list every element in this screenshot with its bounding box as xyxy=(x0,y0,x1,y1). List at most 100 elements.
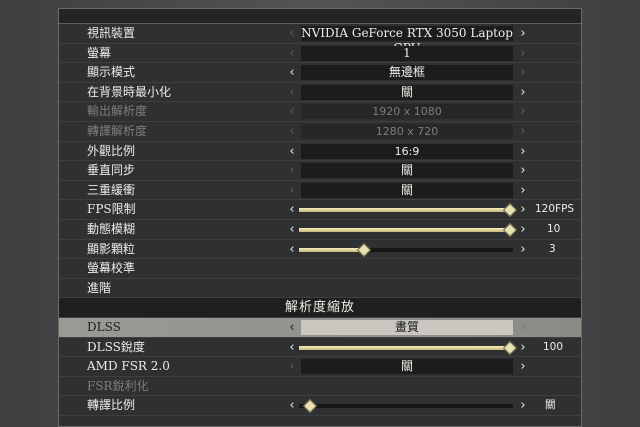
menu-item-label: 進階 xyxy=(87,280,112,295)
slider-row-motion-blur[interactable]: 動態模糊 ‹ › 10 xyxy=(59,220,581,240)
slider-knob[interactable] xyxy=(356,242,372,257)
arrow-right-icon[interactable]: › xyxy=(516,63,530,82)
slider-knob[interactable] xyxy=(302,399,318,414)
slider-knob[interactable] xyxy=(502,222,518,238)
setting-row-video-device[interactable]: 視訊裝置 ‹ NVIDIA GeForce RTX 3050 Laptop GP… xyxy=(59,24,581,55)
slider-row-render-scale[interactable]: 轉譯比例 ‹ › 關 xyxy=(59,396,581,416)
arrow-right-icon[interactable]: › xyxy=(516,24,530,43)
setting-value: 關 xyxy=(301,182,513,198)
slider-fill xyxy=(299,208,513,213)
menu-item-screen-calibration[interactable]: 螢幕校準 xyxy=(59,259,581,279)
slider-track[interactable] xyxy=(299,242,513,257)
setting-value: NVIDIA GeForce RTX 3050 Laptop GPU xyxy=(301,26,513,55)
menu-item-advanced[interactable]: 進階 xyxy=(59,279,581,299)
setting-row-vsync[interactable]: 垂直同步 ‹ 關 › xyxy=(59,161,581,181)
arrow-right-icon[interactable]: › xyxy=(516,83,530,102)
menu-item-label: 螢幕校準 xyxy=(87,261,136,276)
setting-row-output-resolution: 輸出解析度 ‹ 1920 x 1080 › xyxy=(59,102,581,122)
slider-value: 10 xyxy=(547,223,561,235)
arrow-right-icon[interactable]: › xyxy=(516,396,530,415)
setting-row-render-resolution: 轉譯解析度 ‹ 1280 x 720 › xyxy=(59,122,581,142)
arrow-left-icon[interactable]: ‹ xyxy=(285,240,299,259)
arrow-left-icon[interactable]: ‹ xyxy=(285,200,299,219)
setting-row-aspect-ratio[interactable]: 外觀比例 ‹ 16:9 › xyxy=(59,142,581,162)
setting-row-display-mode[interactable]: 顯示模式 ‹ 無邊框 › xyxy=(59,63,581,83)
setting-row-triple-buffering[interactable]: 三重緩衝 ‹ 關 › xyxy=(59,181,581,201)
setting-value: 1920 x 1080 xyxy=(301,104,513,120)
slider-fill xyxy=(299,345,513,350)
arrow-left-icon[interactable]: ‹ xyxy=(285,338,299,357)
setting-value: 關 xyxy=(301,84,513,100)
arrow-right-icon[interactable]: › xyxy=(516,161,530,180)
arrow-left-icon[interactable]: ‹ xyxy=(285,63,299,82)
setting-row-dlss[interactable]: DLSS ‹ 畫質 › xyxy=(59,318,581,338)
setting-label: 顯示模式 xyxy=(87,65,136,80)
arrow-right-icon[interactable]: › xyxy=(516,220,530,239)
setting-label: 視訊裝置 xyxy=(87,26,136,40)
slider-label: DLSS銳度 xyxy=(87,339,145,354)
setting-label: 三重緩衝 xyxy=(87,182,136,197)
setting-row-minimize-background[interactable]: 在背景時最小化 ‹ 關 › xyxy=(59,83,581,103)
slider-value: 120FPS xyxy=(535,203,575,216)
arrow-right-icon[interactable]: › xyxy=(516,357,530,376)
slider-fill xyxy=(299,228,513,232)
arrow-right-icon[interactable]: › xyxy=(516,240,530,259)
arrow-right-icon[interactable]: › xyxy=(516,318,530,337)
slider-value: 3 xyxy=(549,242,556,255)
slider-track[interactable] xyxy=(299,399,513,414)
setting-value: 關 xyxy=(301,163,513,179)
setting-label: 在背景時最小化 xyxy=(87,84,172,99)
arrow-left-icon[interactable]: ‹ xyxy=(285,181,299,200)
arrow-left-icon[interactable]: ‹ xyxy=(285,24,299,43)
arrow-left-icon[interactable]: ‹ xyxy=(285,220,299,239)
slider-fill xyxy=(299,247,363,252)
setting-value: 1280 x 720 xyxy=(301,124,513,139)
setting-value: 16:9 xyxy=(301,143,513,159)
setting-row-monitor[interactable]: 螢幕 ‹ 1 › xyxy=(59,44,581,64)
section-header-resolution-scaling: 解析度縮放 xyxy=(59,298,581,318)
arrow-right-icon[interactable]: › xyxy=(516,181,530,200)
setting-value: 1 xyxy=(301,45,513,61)
arrow-right-icon: › xyxy=(520,124,526,139)
arrow-right-icon: › xyxy=(520,104,526,120)
setting-row-amd-fsr[interactable]: AMD FSR 2.0 ‹ 關 › xyxy=(59,357,581,377)
arrow-right-icon[interactable]: › xyxy=(516,44,530,63)
setting-label: FSR銳利化 xyxy=(87,378,149,393)
slider-value: 100 xyxy=(543,340,564,353)
setting-value: 無邊框 xyxy=(301,65,513,81)
slider-label: 轉譯比例 xyxy=(87,398,136,413)
arrow-left-icon[interactable]: ‹ xyxy=(285,161,299,180)
slider-row-fps-limit[interactable]: FPS限制 ‹ › 120FPS xyxy=(59,200,581,220)
slider-knob[interactable] xyxy=(502,203,518,218)
slider-row-dlss-sharpness[interactable]: DLSS銳度 ‹ › 100 xyxy=(59,338,581,358)
arrow-left-icon[interactable]: ‹ xyxy=(285,83,299,102)
setting-value: 畫質 xyxy=(301,320,513,335)
setting-label: 轉譯解析度 xyxy=(87,124,148,138)
setting-row-fsr-sharpen: FSR銳利化 xyxy=(59,377,581,397)
arrow-left-icon[interactable]: ‹ xyxy=(285,396,299,415)
slider-label: FPS限制 xyxy=(87,202,136,217)
arrow-right-icon[interactable]: › xyxy=(516,200,530,219)
arrow-left-icon[interactable]: ‹ xyxy=(285,318,299,337)
setting-value: 關 xyxy=(301,359,513,375)
setting-label: DLSS xyxy=(87,320,121,334)
slider-track[interactable] xyxy=(299,222,518,238)
slider-label: 動態模糊 xyxy=(87,222,136,236)
slider-label: 顯影顆粒 xyxy=(87,241,136,256)
arrow-left-icon[interactable]: ‹ xyxy=(285,44,299,63)
arrow-left-icon[interactable]: ‹ xyxy=(285,357,299,376)
setting-label: 外觀比例 xyxy=(87,143,136,158)
arrow-right-icon[interactable]: › xyxy=(516,338,530,357)
slider-track[interactable] xyxy=(299,340,518,355)
setting-label: 輸出解析度 xyxy=(87,104,148,119)
slider-row-film-grain[interactable]: 顯影顆粒 ‹ › 3 xyxy=(59,240,581,260)
slider-value: 關 xyxy=(545,399,556,412)
slider-knob[interactable] xyxy=(502,340,518,355)
setting-label: 螢幕 xyxy=(87,45,112,60)
arrow-left-icon[interactable]: ‹ xyxy=(285,142,299,161)
arrow-right-icon[interactable]: › xyxy=(516,142,530,161)
slider-track[interactable] xyxy=(299,203,518,218)
setting-label: AMD FSR 2.0 xyxy=(87,359,170,374)
panel-top-bar xyxy=(59,9,581,24)
graphics-settings-panel: 視訊裝置 ‹ NVIDIA GeForce RTX 3050 Laptop GP… xyxy=(58,8,582,427)
